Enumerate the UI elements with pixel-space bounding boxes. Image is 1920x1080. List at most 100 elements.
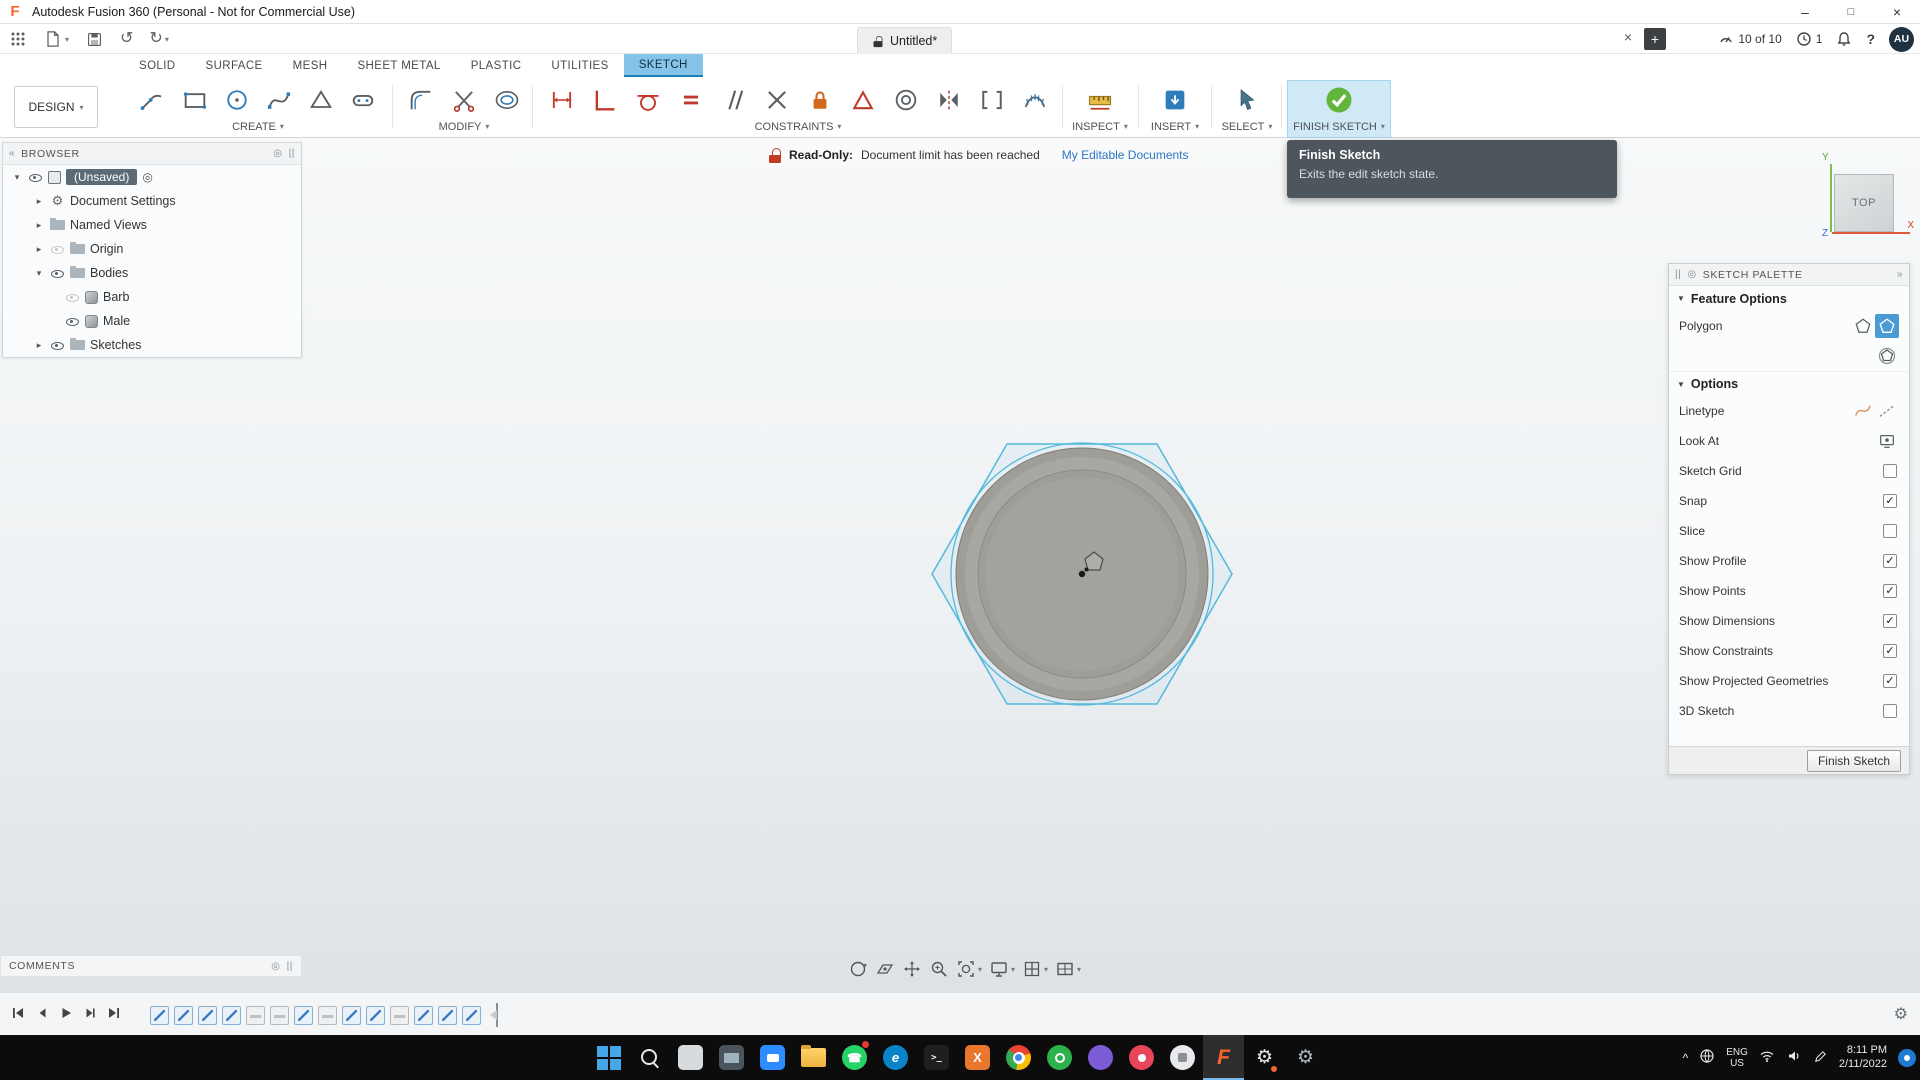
timeline-feature-sketch[interactable] — [462, 1005, 481, 1025]
viewports-button[interactable]: ▾ — [1055, 959, 1081, 979]
alerts-button[interactable] — [1836, 31, 1852, 47]
symmetry-constraint-button[interactable] — [932, 83, 966, 117]
tangent-constraint-button[interactable] — [631, 83, 665, 117]
offset-tool-button[interactable] — [490, 83, 524, 117]
tab-sheet-metal[interactable]: SHEET METAL — [342, 54, 455, 77]
expand-arrow-icon[interactable]: ▾ — [33, 268, 45, 279]
finish-sketch-palette-button[interactable]: Finish Sketch — [1806, 749, 1901, 772]
panel-handle-icon[interactable]: || — [287, 961, 293, 972]
tree-item-root[interactable]: ▾ (Unsaved) ◎ — [3, 165, 301, 189]
save-button[interactable] — [82, 28, 107, 51]
timeline-feature-sketch[interactable] — [366, 1005, 385, 1025]
curvature-constraint-button[interactable] — [1018, 83, 1052, 117]
measure-tool-button[interactable] — [1083, 83, 1117, 117]
action-center-icon[interactable] — [1898, 1048, 1916, 1067]
pan-button[interactable] — [902, 959, 922, 979]
workspace-selector[interactable]: DESIGN ▾ — [14, 86, 98, 128]
show-points-checkbox[interactable]: ✓ — [1883, 584, 1897, 598]
taskbar-app-snip[interactable] — [670, 1035, 711, 1080]
tab-plastic[interactable]: PLASTIC — [456, 54, 537, 77]
browser-header[interactable]: « BROWSER ◎ || — [3, 143, 301, 165]
sketch-geometry[interactable] — [882, 402, 1282, 746]
timeline-step-back-button[interactable] — [34, 1005, 50, 1024]
account-avatar[interactable]: AU — [1889, 26, 1914, 52]
visibility-eye-icon[interactable] — [50, 338, 65, 353]
tab-solid[interactable]: SOLID — [124, 54, 191, 77]
coincident-constraint-button[interactable] — [760, 83, 794, 117]
slice-checkbox[interactable] — [1883, 524, 1897, 538]
timeline-feature-plane[interactable] — [390, 1005, 409, 1025]
rectangle-tool-button[interactable] — [178, 83, 212, 117]
visibility-eye-icon[interactable] — [65, 314, 80, 329]
view-cube[interactable]: TOP Y X Z — [1822, 152, 1914, 244]
dimension-tool-button[interactable] — [545, 83, 579, 117]
feature-options-section[interactable]: ▼ Feature Options — [1669, 286, 1909, 311]
taskbar-app-tools[interactable]: ⚙ — [1285, 1035, 1326, 1080]
3d-sketch-checkbox[interactable] — [1883, 704, 1897, 718]
visibility-eye-icon[interactable] — [28, 170, 43, 185]
comments-panel[interactable]: COMMENTS ◎ || — [0, 955, 302, 977]
pentagon-vertex-point[interactable] — [1084, 567, 1089, 572]
circle-tool-button[interactable] — [220, 83, 254, 117]
taskbar-app-green[interactable] — [1039, 1035, 1080, 1080]
document-tab[interactable]: Untitled* — [857, 27, 953, 54]
taskbar-app-terminal[interactable]: >_ — [916, 1035, 957, 1080]
taskbar-app-purple[interactable] — [1080, 1035, 1121, 1080]
look-at-button[interactable] — [875, 959, 895, 979]
parallel-constraint-button[interactable] — [717, 83, 751, 117]
insert-dropdown[interactable]: INSERT ▾ — [1143, 119, 1207, 134]
tray-expand-button[interactable]: ^ — [1683, 1051, 1689, 1065]
tree-item-barb[interactable]: Barb — [3, 285, 301, 309]
create-dropdown[interactable]: CREATE ▾ — [132, 119, 384, 134]
expand-arrow-icon[interactable]: ▸ — [33, 196, 45, 207]
inspect-dropdown[interactable]: INSPECT ▾ — [1068, 119, 1132, 134]
taskbar-app-settings[interactable]: ⚙ — [1244, 1035, 1285, 1080]
timeline-feature-sketch[interactable] — [150, 1005, 169, 1025]
spline-tool-button[interactable] — [262, 83, 296, 117]
select-tool-button[interactable] — [1230, 83, 1264, 117]
inscribed-polygon-button[interactable] — [1875, 314, 1899, 338]
file-menu-button[interactable]: ▾ — [40, 27, 72, 51]
tab-utilities[interactable]: UTILITIES — [536, 54, 623, 77]
help-button[interactable]: ? — [1866, 31, 1875, 47]
visibility-eye-icon[interactable] — [50, 266, 65, 281]
taskbar-app-whatsapp[interactable]: ☎ — [834, 1035, 875, 1080]
timeline-position-marker[interactable] — [490, 1003, 500, 1027]
expand-arrow-icon[interactable]: ▸ — [33, 220, 45, 231]
timeline-feature-plane[interactable] — [246, 1005, 265, 1025]
look-at-button[interactable] — [1875, 429, 1899, 453]
redo-button[interactable]: ↻ ▾ — [146, 29, 171, 49]
fix-constraint-button[interactable] — [803, 83, 837, 117]
network-globe-icon[interactable] — [1699, 1048, 1715, 1067]
show-projected-geometries-checkbox[interactable]: ✓ — [1883, 674, 1897, 688]
fit-button[interactable]: ▾ — [956, 959, 982, 979]
timeline-step-forward-button[interactable] — [82, 1005, 98, 1024]
timeline-skip-start-button[interactable] — [10, 1005, 26, 1024]
tab-sketch[interactable]: SKETCH — [623, 54, 703, 77]
equal-constraint-button[interactable] — [674, 83, 708, 117]
expand-arrow-icon[interactable]: ▾ — [11, 172, 23, 183]
insert-tool-button[interactable] — [1158, 83, 1192, 117]
select-dropdown[interactable]: SELECT ▾ — [1215, 119, 1279, 134]
show-constraints-checkbox[interactable]: ✓ — [1883, 644, 1897, 658]
timeline-feature-plane[interactable] — [270, 1005, 289, 1025]
speaker-icon[interactable] — [1786, 1048, 1802, 1067]
notification-clock-button[interactable]: 1 — [1796, 31, 1822, 47]
filter-icon[interactable]: ◎ — [271, 961, 280, 972]
tree-item-bodies[interactable]: ▾ Bodies — [3, 261, 301, 285]
dock-icon[interactable]: ◎ — [1687, 269, 1696, 280]
constraints-dropdown[interactable]: CONSTRAINTS ▾ — [540, 119, 1056, 134]
editable-documents-link[interactable]: My Editable Documents — [1062, 148, 1189, 162]
collinear-constraint-button[interactable] — [975, 83, 1009, 117]
center-point[interactable] — [1078, 570, 1086, 578]
wifi-icon[interactable] — [1759, 1048, 1775, 1067]
visibility-eye-off-icon[interactable] — [50, 242, 65, 257]
modify-dropdown[interactable]: MODIFY ▾ — [400, 119, 528, 134]
taskbar-app-x[interactable]: X — [957, 1035, 998, 1080]
timeline-feature-sketch[interactable] — [342, 1005, 361, 1025]
taskbar-app-fusion-360[interactable]: F — [1203, 1035, 1244, 1080]
collapse-icon[interactable]: « — [9, 148, 15, 159]
expand-panel-icon[interactable]: » — [1897, 269, 1903, 280]
tree-item-named-views[interactable]: ▸ Named Views — [3, 213, 301, 237]
clock[interactable]: 8:11 PM 2/11/2022 — [1839, 1044, 1887, 1071]
